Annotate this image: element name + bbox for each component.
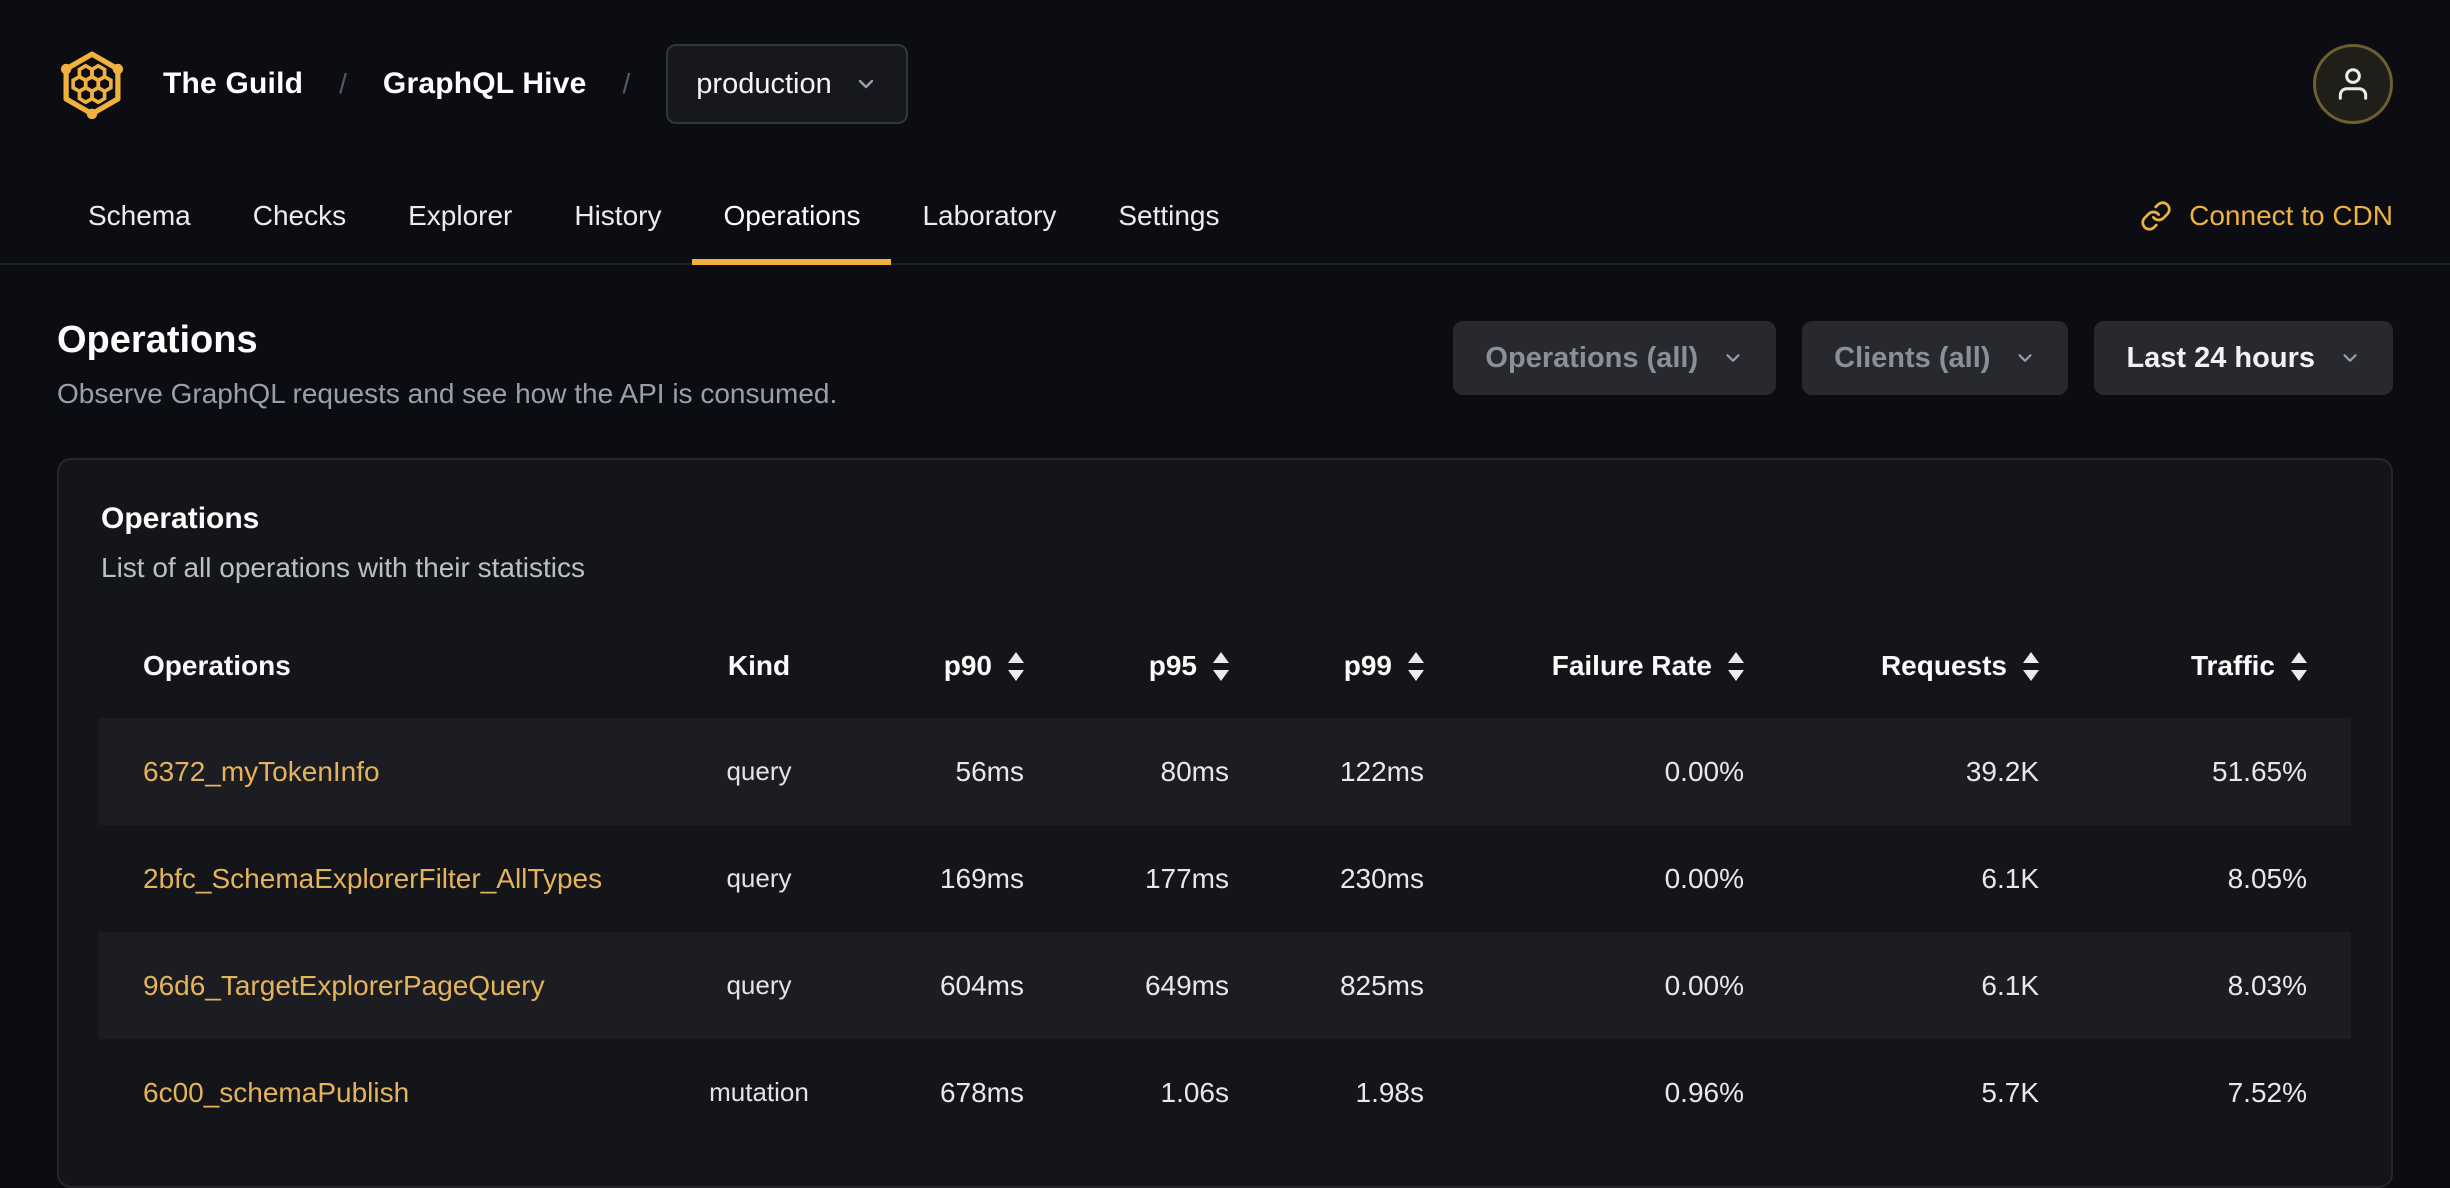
sort-arrows-icon xyxy=(1008,651,1024,681)
page-title: Operations xyxy=(57,319,258,361)
breadcrumb: The Guild / GraphQL Hive / production xyxy=(57,44,908,124)
failure-rate-cell: 0.00% xyxy=(1664,969,1744,1001)
column-header-traffic[interactable]: Traffic xyxy=(2039,622,2351,718)
operations-card: Operations List of all operations with t… xyxy=(57,458,2393,1188)
column-header-p95[interactable]: p95 xyxy=(1024,622,1229,718)
connect-to-cdn-link[interactable]: Connect to CDN xyxy=(2140,168,2393,263)
p99-cell: 825ms xyxy=(1339,969,1424,1001)
failure-rate-cell: 0.00% xyxy=(1664,755,1744,787)
traffic-cell: 8.05% xyxy=(2227,862,2307,894)
tab-settings[interactable]: Settings xyxy=(1087,168,1250,263)
p99-cell: 1.98s xyxy=(1355,1076,1425,1108)
operations-table: Operations Kind p90 p95 p99 Failure Rate xyxy=(99,622,2351,1146)
breadcrumb-project[interactable]: GraphQL Hive xyxy=(383,67,587,101)
breadcrumb-separator: / xyxy=(339,68,347,99)
p90-cell: 56ms xyxy=(955,755,1024,787)
p90-cell: 604ms xyxy=(939,969,1024,1001)
operation-link[interactable]: 96d6_TargetExplorerPageQuery xyxy=(143,970,545,1001)
target-selector-dropdown[interactable]: production xyxy=(666,44,908,124)
kind-cell: mutation xyxy=(709,1077,809,1107)
p99-cell: 122ms xyxy=(1339,755,1424,787)
p95-cell: 80ms xyxy=(1160,755,1229,787)
page-header: Operations Observe GraphQL requests and … xyxy=(0,265,2450,410)
column-header-operations: Operations xyxy=(143,650,291,681)
column-header-kind: Kind xyxy=(727,650,791,681)
sort-arrows-icon xyxy=(1408,651,1424,681)
p99-cell: 230ms xyxy=(1339,862,1424,894)
failure-rate-cell: 0.96% xyxy=(1664,1076,1744,1108)
table-row: 96d6_TargetExplorerPageQuery query 604ms… xyxy=(99,932,2351,1039)
column-header-failure-rate[interactable]: Failure Rate xyxy=(1424,622,1744,718)
sort-arrows-icon xyxy=(2023,651,2039,681)
operation-link[interactable]: 6c00_schemaPublish xyxy=(143,1077,409,1108)
p90-cell: 678ms xyxy=(939,1076,1024,1108)
breadcrumb-org[interactable]: The Guild xyxy=(163,67,303,101)
table-header-row: Operations Kind p90 p95 p99 Failure Rate xyxy=(99,622,2351,718)
hive-logo-icon[interactable] xyxy=(57,49,127,119)
operations-filter-dropdown[interactable]: Operations (all) xyxy=(1453,321,1777,395)
target-selector-value: production xyxy=(696,67,832,100)
time-range-dropdown[interactable]: Last 24 hours xyxy=(2094,321,2393,395)
clients-filter-label: Clients (all) xyxy=(1834,341,1991,374)
card-subtitle: List of all operations with their statis… xyxy=(101,552,585,583)
traffic-cell: 7.52% xyxy=(2227,1076,2307,1108)
table-row: 6372_myTokenInfo query 56ms 80ms 122ms 0… xyxy=(99,718,2351,825)
tab-explorer[interactable]: Explorer xyxy=(377,168,543,263)
chevron-down-icon xyxy=(854,72,878,96)
breadcrumb-separator: / xyxy=(622,68,631,99)
traffic-cell: 51.65% xyxy=(2212,755,2307,787)
p90-cell: 169ms xyxy=(939,862,1024,894)
connect-to-cdn-label: Connect to CDN xyxy=(2189,199,2393,231)
sort-arrows-icon xyxy=(2291,651,2307,681)
time-range-label: Last 24 hours xyxy=(2126,341,2315,374)
sort-arrows-icon xyxy=(1213,651,1229,681)
main-nav: Schema Checks Explorer History Operation… xyxy=(0,168,2450,265)
page-subtitle: Observe GraphQL requests and see how the… xyxy=(57,378,838,409)
column-header-p90[interactable]: p90 xyxy=(859,622,1024,718)
chevron-down-icon xyxy=(1722,347,1744,369)
table-row: 6c00_schemaPublish mutation 678ms 1.06s … xyxy=(99,1039,2351,1146)
failure-rate-cell: 0.00% xyxy=(1664,862,1744,894)
nav-tabs: Schema Checks Explorer History Operation… xyxy=(57,168,1251,265)
card-title: Operations xyxy=(101,502,260,535)
user-icon xyxy=(2334,65,2372,103)
chevron-down-icon xyxy=(2339,347,2361,369)
p95-cell: 1.06s xyxy=(1160,1076,1230,1108)
link-icon xyxy=(2140,200,2172,232)
tab-laboratory[interactable]: Laboratory xyxy=(891,168,1087,263)
requests-cell: 6.1K xyxy=(1981,862,2039,894)
requests-cell: 5.7K xyxy=(1981,1076,2039,1108)
kind-cell: query xyxy=(726,863,792,893)
p95-cell: 649ms xyxy=(1144,969,1229,1001)
requests-cell: 39.2K xyxy=(1965,755,2039,787)
sort-arrows-icon xyxy=(1728,651,1744,681)
tab-history[interactable]: History xyxy=(543,168,692,263)
traffic-cell: 8.03% xyxy=(2227,969,2307,1001)
kind-cell: query xyxy=(726,970,792,1000)
table-row: 2bfc_SchemaExplorerFilter_AllTypes query… xyxy=(99,825,2351,932)
operations-filter-label: Operations (all) xyxy=(1485,341,1699,374)
clients-filter-dropdown[interactable]: Clients (all) xyxy=(1802,321,2069,395)
operation-link[interactable]: 6372_myTokenInfo xyxy=(143,756,380,787)
chevron-down-icon xyxy=(2014,347,2036,369)
top-bar: The Guild / GraphQL Hive / production xyxy=(0,0,2450,168)
p95-cell: 177ms xyxy=(1144,862,1229,894)
user-avatar-button[interactable] xyxy=(2313,44,2393,124)
kind-cell: query xyxy=(726,756,792,786)
column-header-requests[interactable]: Requests xyxy=(1744,622,2039,718)
operation-link[interactable]: 2bfc_SchemaExplorerFilter_AllTypes xyxy=(143,863,602,894)
requests-cell: 6.1K xyxy=(1981,969,2039,1001)
tab-checks[interactable]: Checks xyxy=(222,168,377,263)
tab-schema[interactable]: Schema xyxy=(57,168,222,263)
column-header-p99[interactable]: p99 xyxy=(1229,622,1424,718)
filters-bar: Operations (all) Clients (all) Last 24 h… xyxy=(1453,319,2393,395)
tab-operations[interactable]: Operations xyxy=(692,168,892,265)
